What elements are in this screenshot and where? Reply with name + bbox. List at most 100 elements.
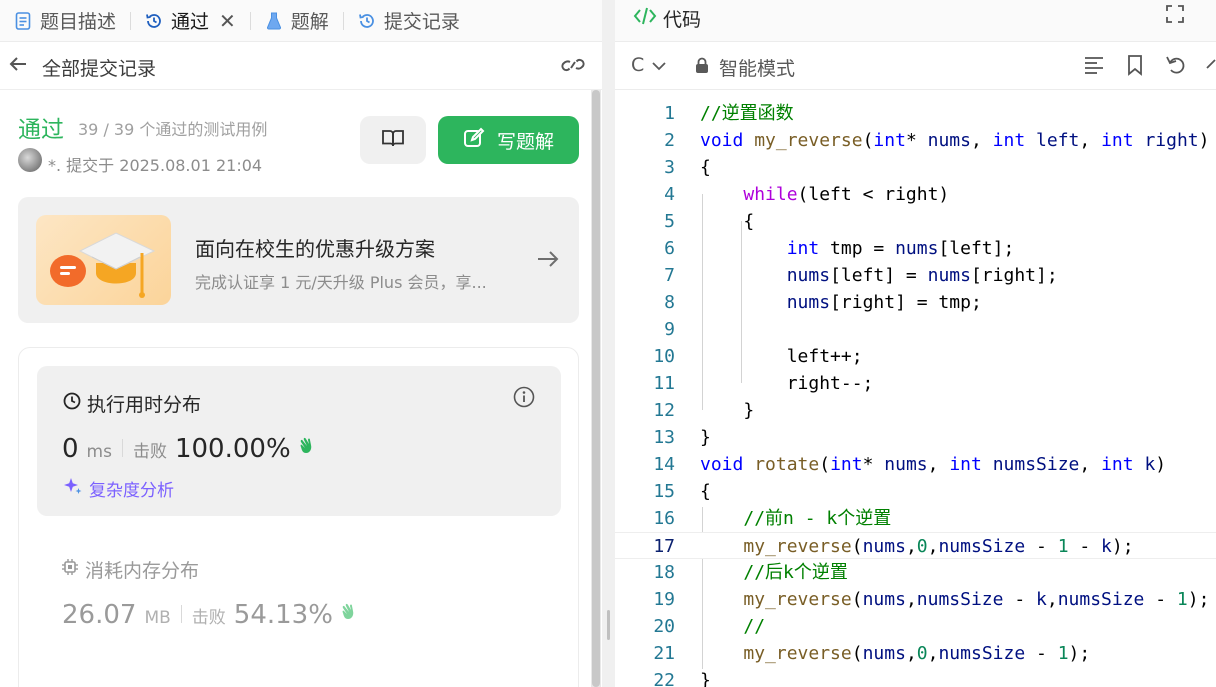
code-text: //前n - k个逆置 (743, 508, 892, 529)
code-line[interactable]: 2 void my_reverse(int* nums, int left, in… (615, 127, 1216, 154)
tab-label: 提交记录 (383, 11, 460, 33)
tab-submissions[interactable]: 提交记录 (358, 0, 474, 42)
code-line[interactable]: 16 //前n - k个逆置 (615, 505, 1216, 532)
chevron-down-icon (644, 54, 666, 76)
scrollbar[interactable] (591, 90, 601, 687)
code-line[interactable]: 17 my_reverse(nums,0,numsSize - 1 - k); (615, 532, 1216, 559)
code-line[interactable]: 1 //逆置函数 (615, 100, 1216, 127)
runtime-unit: ms (86, 442, 112, 462)
panel-resizer[interactable] (602, 0, 615, 687)
fullscreen-icon[interactable] (1165, 4, 1185, 28)
complexity-label: 复杂度分析 (89, 481, 174, 501)
code-text: { (700, 211, 755, 232)
code-line[interactable]: 8 nums[right] = tmp; (615, 289, 1216, 316)
sparkle-icon (63, 476, 89, 501)
back-arrow-icon[interactable] (8, 54, 28, 80)
avatar[interactable] (18, 148, 42, 172)
code-line[interactable]: 9 (615, 316, 1216, 343)
promo-card[interactable]: 面向在校生的优惠升级方案 完成认证享 1 元/天升级 Plus 会员，享... (18, 197, 579, 323)
chip-icon (61, 558, 85, 581)
mode-select[interactable]: 智能模式 (695, 54, 795, 81)
tab-accepted[interactable]: 通过 ✕ (145, 0, 250, 42)
code-text: left++; (700, 346, 863, 367)
code-line[interactable]: 14 void rotate(int* nums, int numsSize, i… (615, 451, 1216, 478)
code-line[interactable]: 12 } (615, 397, 1216, 424)
language-value: C (631, 54, 645, 76)
code-text: nums[left] = nums[right]; (786, 265, 1058, 286)
tab-separator (342, 11, 344, 30)
runtime-title: 执行用时分布 (63, 390, 201, 417)
line-number: 9 (664, 319, 675, 340)
line-number: 5 (664, 211, 675, 232)
code-line[interactable]: 15 { (615, 478, 1216, 505)
scrollbar-thumb[interactable] (592, 90, 600, 687)
code-line[interactable]: 6 int tmp = nums[left]; (615, 235, 1216, 262)
clap-icon (339, 601, 361, 627)
code-text: my_reverse(nums,0,numsSize - 1); (743, 643, 1091, 664)
info-icon[interactable] (513, 386, 535, 412)
history-icon (358, 12, 376, 30)
code-line[interactable]: 7 nums[left] = nums[right]; (615, 262, 1216, 289)
code-text: int tmp = nums[left]; (786, 238, 1015, 259)
tab-solutions[interactable]: 题解 (265, 0, 343, 42)
code-line[interactable]: 10 left++; (615, 343, 1216, 370)
close-icon[interactable]: ✕ (219, 9, 236, 33)
code-text: while(left < right) (743, 184, 950, 205)
line-number: 11 (653, 373, 675, 394)
submit-time: *. 提交于 2025.08.01 21:04 (48, 156, 263, 175)
code-toolbar: C 智能模式 (615, 42, 1216, 90)
tab-label: 通过 (171, 11, 210, 33)
complexity-analysis-link[interactable]: 复杂度分析 (63, 476, 174, 501)
code-line[interactable]: 5 { (615, 208, 1216, 235)
code-text: } (700, 400, 755, 421)
code-line[interactable]: 21 my_reverse(nums,0,numsSize - 1); (615, 640, 1216, 667)
memory-title[interactable]: 消耗内存分布 (61, 556, 199, 583)
write-solution-button[interactable]: 写题解 (438, 116, 579, 164)
collapse-icon[interactable] (1205, 54, 1216, 80)
line-number: 2 (664, 130, 675, 151)
memory-number: 26.07 (62, 600, 137, 630)
tab-description[interactable]: 题目描述 (14, 0, 130, 42)
code-line[interactable]: 20 // (615, 613, 1216, 640)
line-number: 22 (653, 670, 675, 687)
bookmark-icon[interactable] (1125, 54, 1145, 80)
code-line[interactable]: 11 right--; (615, 370, 1216, 397)
language-select[interactable]: C (631, 54, 666, 76)
reset-icon[interactable] (1165, 54, 1187, 80)
code-editor[interactable]: 1 //逆置函数 2 void my_reverse(int* nums, int l… (615, 90, 1216, 687)
runtime-title-label: 执行用时分布 (87, 394, 202, 416)
code-text: my_reverse(nums,0,numsSize - 1 - k); (743, 536, 1134, 557)
code-line[interactable]: 19 my_reverse(nums,numsSize - k,numsSize… (615, 586, 1216, 613)
memory-unit: MB (144, 608, 171, 628)
code-text: right--; (700, 373, 874, 394)
format-icon[interactable] (1083, 54, 1105, 80)
link-icon[interactable] (560, 54, 586, 80)
line-number: 14 (653, 454, 675, 475)
code-panel: 代码 C 智能模式 1 //逆置函数 2 void my_reverse(int… (615, 0, 1216, 687)
line-number: 6 (664, 238, 675, 259)
line-number: 16 (653, 508, 675, 529)
code-text: { (700, 157, 711, 178)
code-line[interactable]: 22} (615, 667, 1216, 687)
line-number: 18 (653, 562, 675, 583)
line-number: 3 (664, 157, 675, 178)
line-number: 1 (664, 103, 675, 124)
tab-label: 题解 (290, 11, 329, 33)
resize-grip[interactable] (607, 610, 610, 640)
test-cases-summary: 39 / 39 个通过的测试用例 (78, 120, 268, 139)
code-line[interactable]: 18 //后k个逆置 (615, 559, 1216, 586)
line-number: 15 (653, 481, 675, 502)
flask-icon (265, 12, 283, 30)
promo-subtitle: 完成认证享 1 元/天升级 Plus 会员，享... (195, 273, 487, 292)
mode-label: 智能模式 (719, 58, 796, 80)
code-line[interactable]: 3{ (615, 154, 1216, 181)
line-number: 17 (653, 536, 675, 557)
submission-panel: 题目描述 通过 ✕ 题解 提交记录 全部提交记录 通过 39 / 39 个通过的… (0, 0, 602, 687)
tab-label: 题目描述 (40, 11, 117, 33)
notes-button[interactable] (360, 116, 426, 164)
code-text: void my_reverse(int* nums, int left, int… (700, 130, 1210, 151)
code-line[interactable]: 4 while(left < right) (615, 181, 1216, 208)
document-icon (14, 11, 32, 30)
code-line[interactable]: 13} (615, 424, 1216, 451)
line-number: 4 (664, 184, 675, 205)
